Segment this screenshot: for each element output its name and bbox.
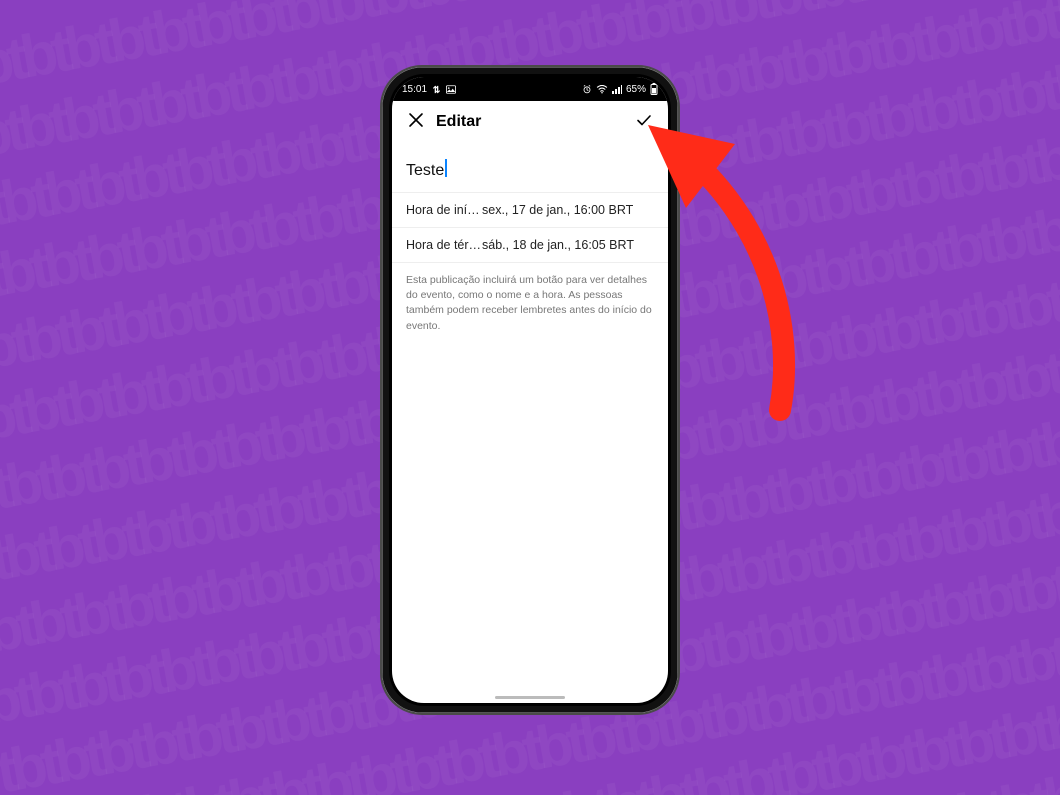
app-header: Editar: [392, 101, 668, 143]
event-description: Esta publicação incluirá um botão para v…: [392, 263, 668, 344]
header-title: Editar: [436, 113, 481, 131]
phone-frame: 15:01: [380, 65, 680, 715]
text-caret: [445, 159, 446, 177]
home-indicator: [495, 696, 565, 699]
status-time: 15:01: [402, 84, 427, 95]
close-icon: [407, 111, 425, 134]
image-indicator-icon: [446, 85, 456, 94]
battery-percent: 65%: [626, 84, 646, 95]
end-time-label: Hora de tér…: [406, 238, 482, 252]
phone-notch: [475, 74, 585, 92]
end-time-value: sáb., 18 de jan., 16:05 BRT: [482, 238, 654, 252]
alarm-icon: [582, 84, 592, 94]
phone-bezel: 15:01: [389, 74, 671, 706]
signal-icon: [612, 85, 622, 94]
event-title-value: Teste: [406, 162, 444, 180]
check-icon: [634, 110, 654, 135]
close-button[interactable]: [402, 108, 430, 136]
start-time-row[interactable]: Hora de iní… sex., 17 de jan., 16:00 BRT: [392, 193, 668, 228]
wifi-icon: [596, 85, 608, 94]
start-time-value: sex., 17 de jan., 16:00 BRT: [482, 203, 654, 217]
event-title-field[interactable]: Teste: [392, 143, 668, 186]
start-time-label: Hora de iní…: [406, 203, 482, 217]
confirm-button[interactable]: [630, 108, 658, 136]
data-indicator-icon: [432, 85, 441, 94]
phone-screen: 15:01: [392, 77, 668, 703]
end-time-row[interactable]: Hora de tér… sáb., 18 de jan., 16:05 BRT: [392, 228, 668, 263]
battery-icon: [650, 83, 658, 95]
